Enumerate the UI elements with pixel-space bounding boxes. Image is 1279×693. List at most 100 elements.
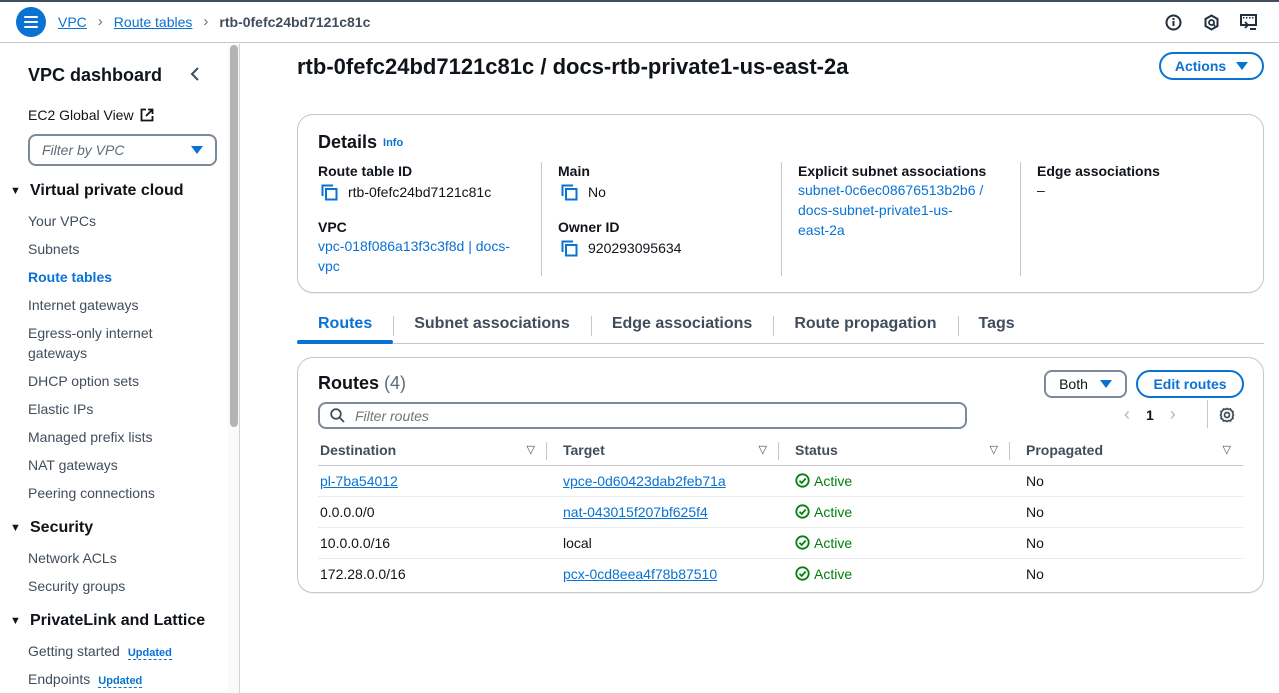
actions-label: Actions <box>1174 58 1227 74</box>
sidebar-item-internet-gateways[interactable]: Internet gateways <box>28 295 208 315</box>
sidebar-item-label: Endpoints <box>28 671 91 687</box>
propagated-text: No <box>1026 472 1044 489</box>
target-link[interactable]: pcx-0cd8eea4f78b87510 <box>563 566 717 582</box>
actions-button[interactable]: Actions <box>1159 52 1264 80</box>
destination-link[interactable]: pl-7ba54012 <box>320 473 398 489</box>
subnet-link-line: docs-subnet-private1-us- <box>798 202 953 218</box>
copy-icon[interactable] <box>321 184 338 201</box>
sidebar-item-route-tables[interactable]: Route tables <box>28 267 208 287</box>
sidebar-item-dhcp-option-sets[interactable]: DHCP option sets <box>28 371 208 391</box>
table-row: 0.0.0.0/0 nat-043015f207bf625f4 Active No <box>318 496 1243 528</box>
next-page-button[interactable]: › <box>1170 404 1176 425</box>
edge-associations-value: – <box>1037 182 1045 198</box>
breadcrumb-route-tables[interactable]: Route tables <box>114 14 193 30</box>
sidebar-item-network-acls[interactable]: Network ACLs <box>28 548 208 568</box>
filter-routes-input[interactable] <box>355 407 955 424</box>
caret-down-icon <box>1236 62 1249 70</box>
column-divider <box>1020 162 1021 276</box>
side-navigation: VPC dashboard EC2 Global View Filter by … <box>0 44 228 693</box>
info-link[interactable]: Info <box>383 137 403 149</box>
tab-edge-associations[interactable]: Edge associations <box>590 308 774 343</box>
destination-cell: 172.28.0.0/16 <box>318 558 547 589</box>
column-header-label: Propagated <box>1026 441 1104 458</box>
sidebar-title[interactable]: VPC dashboard <box>28 65 162 86</box>
breadcrumb-vpc[interactable]: VPC <box>58 14 87 30</box>
route-table-id-label: Route table ID <box>318 163 413 179</box>
sidebar-item-elastic-ips[interactable]: Elastic IPs <box>28 399 208 419</box>
sort-icon[interactable]: ▽ <box>990 443 998 456</box>
column-header-status[interactable]: Status ▽ <box>779 435 1010 466</box>
column-header-destination[interactable]: Destination ▽ <box>318 435 547 466</box>
destination-cell: pl-7ba54012 <box>318 465 547 497</box>
route-type-select[interactable]: Both <box>1044 370 1127 398</box>
sidebar-item-subnets[interactable]: Subnets <box>28 239 208 259</box>
tab-route-propagation[interactable]: Route propagation <box>773 308 957 343</box>
target-link[interactable]: nat-043015f207bf625f4 <box>563 504 708 520</box>
main-value-text: No <box>588 184 606 200</box>
previous-page-button[interactable]: ‹ <box>1124 404 1130 425</box>
filter-routes-field[interactable] <box>318 402 967 429</box>
sidebar-item-endpoints[interactable]: Endpoints Updated <box>28 669 208 691</box>
status-text: Active <box>814 534 853 551</box>
column-divider <box>781 162 782 276</box>
column-header-target[interactable]: Target ▽ <box>547 435 779 466</box>
details-panel: Details Info Route table ID rtb-0fefc24bd… <box>297 114 1264 293</box>
chevron-right-icon: › <box>203 13 209 30</box>
target-text: local <box>563 534 592 551</box>
sidebar-item-peering-connections[interactable]: Peering connections <box>28 483 208 503</box>
status-text: Active <box>814 472 853 489</box>
copy-icon[interactable] <box>561 184 578 201</box>
sidebar-item-managed-prefix-lists[interactable]: Managed prefix lists <box>28 427 208 447</box>
sidebar-scrollbar[interactable] <box>228 44 240 693</box>
sidebar-item-label: EC2 Global View <box>28 107 134 123</box>
tab-tags[interactable]: Tags <box>957 308 1036 343</box>
sidebar-item-nat-gateways[interactable]: NAT gateways <box>28 455 208 475</box>
vpc-link[interactable]: vpc-018f086a13f3c3f8d | docs- vpc <box>318 236 538 276</box>
external-link-icon <box>140 108 153 122</box>
explicit-subnet-associations-label: Explicit subnet associations <box>798 163 987 179</box>
pagination: ‹ 1 › <box>1124 404 1176 425</box>
sidebar-item-security-groups[interactable]: Security groups <box>28 576 208 596</box>
collapse-sidebar-button[interactable] <box>186 63 204 85</box>
status-badge: Active <box>795 473 1010 489</box>
sort-icon[interactable]: ▽ <box>759 443 767 456</box>
cloudshell-icon[interactable] <box>1239 12 1259 32</box>
sidebar-item-getting-started[interactable]: Getting started Updated <box>28 641 208 663</box>
status-success-icon <box>795 504 810 519</box>
target-cell: nat-043015f207bf625f4 <box>547 496 779 528</box>
explicit-subnet-link[interactable]: subnet-0c6ec08676513b2b6 / docs-subnet-p… <box>798 180 1008 240</box>
menu-button[interactable] <box>16 7 46 37</box>
column-header-propagated[interactable]: Propagated ▽ <box>1010 435 1243 466</box>
top-utility-icons <box>1163 12 1259 32</box>
target-link[interactable]: vpce-0d60423dab2feb71a <box>563 473 726 489</box>
copy-icon[interactable] <box>561 240 578 257</box>
sidebar-section-privatelink-and-lattice[interactable]: ▼ PrivateLink and Lattice <box>10 612 205 630</box>
route-type-value: Both <box>1059 376 1088 392</box>
caret-down-icon <box>191 146 203 154</box>
caret-down-icon: ▼ <box>10 522 21 534</box>
page-number-button[interactable]: 1 <box>1146 407 1154 423</box>
sidebar-section-security[interactable]: ▼ Security <box>10 519 93 537</box>
notifications-icon[interactable] <box>1201 12 1221 32</box>
propagated-cell: No <box>1010 558 1243 589</box>
sidebar-item-your-vpcs[interactable]: Your VPCs <box>28 211 208 231</box>
tab-routes[interactable]: Routes <box>297 308 394 344</box>
tab-subnet-associations[interactable]: Subnet associations <box>393 308 591 343</box>
updated-badge: Updated <box>127 647 172 660</box>
sort-icon[interactable]: ▽ <box>1223 443 1231 456</box>
sidebar-scrollbar-thumb[interactable] <box>230 45 238 427</box>
table-preferences-button[interactable] <box>1218 406 1238 426</box>
edit-routes-button[interactable]: Edit routes <box>1136 370 1244 398</box>
sidebar-section-virtual-private-cloud[interactable]: ▼ Virtual private cloud <box>10 182 184 200</box>
caret-down-icon <box>1099 380 1112 388</box>
sidebar-item-ec2-global-view[interactable]: EC2 Global View <box>28 107 154 123</box>
gear-icon <box>1219 407 1235 423</box>
routes-panel: Routes (4) Both Edit routes ‹ 1 › Destin… <box>297 357 1264 593</box>
sidebar-item-egress-only-internet-gateways[interactable]: Egress-only internet gateways <box>28 323 178 363</box>
main-label: Main <box>558 163 590 179</box>
sort-icon[interactable]: ▽ <box>527 443 535 456</box>
info-icon[interactable] <box>1163 12 1183 32</box>
table-row: pl-7ba54012 vpce-0d60423dab2feb71a Active N… <box>318 465 1243 497</box>
filter-by-vpc-select[interactable]: Filter by VPC <box>28 134 217 166</box>
chevron-right-icon: › <box>97 13 103 30</box>
